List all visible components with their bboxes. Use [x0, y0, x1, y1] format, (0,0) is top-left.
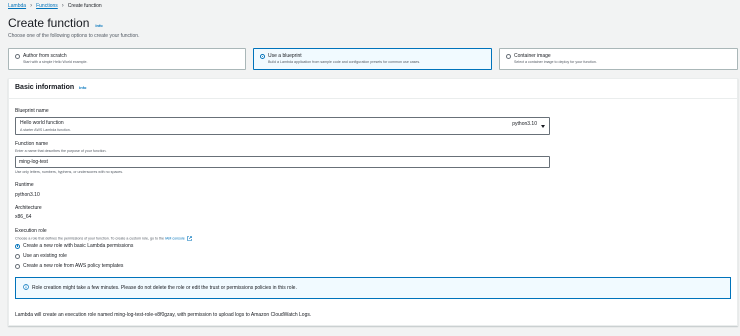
execution-role-description-text: Choose a role that defines the permissio… — [15, 236, 164, 241]
chevron-right-icon: › — [61, 3, 64, 9]
blueprint-runtime-tag: python3.10 — [512, 121, 537, 127]
breadcrumb-functions-link[interactable]: Functions — [36, 3, 58, 9]
chevron-right-icon: › — [30, 3, 33, 9]
breadcrumb-current: Create function — [67, 3, 102, 9]
role-creation-info-alert: Role creation might take a few minutes. … — [15, 277, 731, 299]
breadcrumb-lambda-link[interactable]: Lambda — [8, 3, 26, 9]
option-author-from-scratch[interactable]: Author from scratch Start with a simple … — [8, 48, 246, 70]
role-option-label: Use an existing role — [23, 253, 67, 259]
runtime-label: Runtime — [15, 182, 34, 188]
panel-info-link[interactable]: Info — [79, 85, 86, 90]
role-option-basic-permissions[interactable]: Create a new role with basic Lambda perm… — [15, 243, 133, 249]
page-title: Create function Info — [8, 16, 103, 30]
breadcrumb: Lambda › Functions › Create function — [8, 3, 102, 9]
blueprint-select[interactable]: Hello world function A starter AWS Lambd… — [15, 117, 550, 135]
panel-header: Basic information Info — [9, 79, 737, 99]
option-description: Build a Lambda application from sample c… — [268, 60, 421, 64]
radio-existing-role[interactable] — [15, 253, 20, 259]
radio-use-blueprint[interactable] — [260, 54, 265, 59]
function-name-input[interactable] — [15, 156, 550, 168]
alert-message: Role creation might take a few minutes. … — [32, 285, 297, 291]
function-name-label: Function name — [15, 141, 49, 147]
option-use-blueprint[interactable]: Use a blueprint Build a Lambda applicati… — [253, 48, 492, 70]
execution-role-description: Choose a role that defines the permissio… — [15, 236, 192, 241]
radio-policy-templates[interactable] — [15, 263, 20, 269]
page-info-link[interactable]: Info — [95, 23, 102, 28]
info-circle-icon — [23, 284, 29, 290]
blueprint-name-label: Blueprint name — [15, 108, 49, 114]
execution-role-label: Execution role — [15, 228, 47, 234]
panel-title-text: Basic information — [15, 84, 75, 91]
function-name-hint: Use only letters, numbers, hyphens, or u… — [15, 170, 124, 174]
panel-title: Basic information Info — [15, 84, 86, 91]
blueprint-selected-description: A starter AWS Lambda function. — [20, 128, 71, 132]
option-description: Start with a simple Hello World example. — [23, 60, 88, 64]
role-option-label: Create a new role from AWS policy templa… — [23, 263, 124, 269]
role-option-existing-role[interactable]: Use an existing role — [15, 253, 67, 259]
architecture-value: x86_64 — [15, 214, 32, 220]
page-subtitle: Choose one of the following options to c… — [8, 33, 140, 39]
external-link-icon[interactable] — [186, 236, 192, 241]
architecture-label: Architecture — [15, 205, 42, 211]
iam-console-link[interactable]: IAM console — [165, 236, 185, 240]
option-title: Use a blueprint — [268, 53, 302, 59]
execution-role-note: Lambda will create an execution role nam… — [15, 312, 312, 318]
option-description: Select a container image to deploy for y… — [514, 60, 597, 64]
option-container-image[interactable]: Container image Select a container image… — [499, 48, 738, 70]
runtime-value: python3.10 — [15, 192, 40, 198]
role-option-policy-templates[interactable]: Create a new role from AWS policy templa… — [15, 263, 123, 269]
radio-author-from-scratch[interactable] — [15, 54, 20, 59]
caret-down-icon — [541, 125, 545, 128]
blueprint-selected-value: Hello world function — [20, 120, 64, 126]
radio-basic-permissions[interactable] — [15, 243, 20, 249]
option-title: Container image — [514, 53, 551, 59]
role-option-label: Create a new role with basic Lambda perm… — [23, 243, 134, 249]
function-name-description: Enter a name that describes the purpose … — [15, 149, 107, 153]
page-title-text: Create function — [8, 16, 90, 30]
option-title: Author from scratch — [23, 53, 67, 59]
radio-container-image[interactable] — [506, 54, 511, 59]
basic-information-panel: Basic information Info Blueprint name He… — [8, 78, 738, 326]
